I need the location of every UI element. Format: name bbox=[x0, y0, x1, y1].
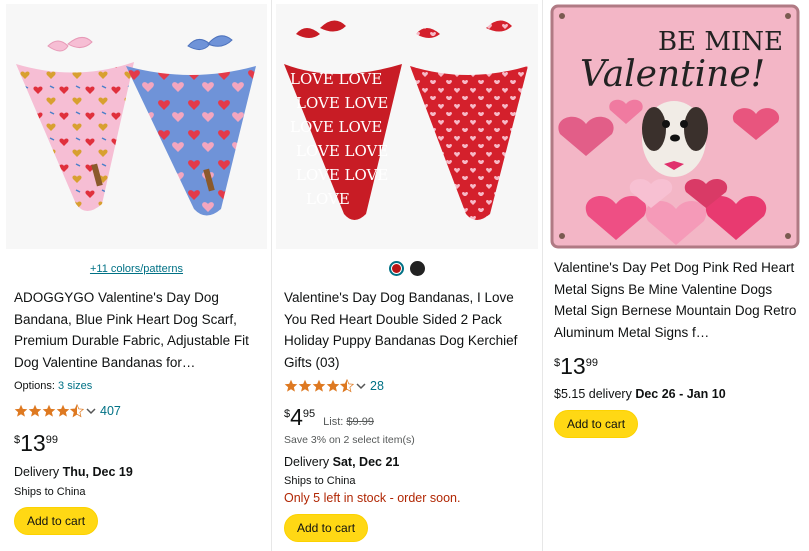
delivery-date: Sat, Dec 21 bbox=[332, 455, 400, 469]
rating-count[interactable]: 407 bbox=[100, 404, 121, 418]
delivery-date: Thu, Dec 19 bbox=[62, 465, 133, 479]
options-row: Options: 3 sizes bbox=[14, 380, 92, 392]
list-price: List: $9.99 bbox=[323, 416, 374, 428]
options-sizes-link[interactable]: 3 sizes bbox=[58, 380, 92, 392]
divider bbox=[542, 0, 543, 551]
ships-to: Ships to China bbox=[14, 486, 86, 498]
price-3: $ 13 99 bbox=[554, 353, 598, 379]
delivery-label: Delivery bbox=[284, 455, 330, 469]
rating-row-2: 28 bbox=[284, 378, 384, 394]
price-fraction: 99 bbox=[585, 357, 598, 369]
rating-row-1: 407 bbox=[14, 403, 121, 419]
ships-to: Ships to China bbox=[284, 475, 356, 487]
half-star-icon bbox=[70, 404, 84, 418]
svg-text:LOVE LOVE: LOVE LOVE bbox=[290, 118, 382, 136]
stock-warning: Only 5 left in stock - order soon. bbox=[284, 491, 461, 505]
add-to-cart-button[interactable]: Add to cart bbox=[14, 507, 99, 535]
product-image-3[interactable]: BE MINE Valentine! bbox=[546, 4, 804, 249]
save-coupon-text: Save 3% on 2 select item(s) bbox=[284, 434, 415, 446]
bandana-image bbox=[16, 35, 256, 216]
svg-text:LOVE LOVE: LOVE LOVE bbox=[290, 70, 382, 88]
star-icon bbox=[28, 404, 42, 417]
add-to-cart-button[interactable]: Add to cart bbox=[554, 410, 639, 438]
price-fraction: 99 bbox=[45, 434, 58, 446]
divider bbox=[271, 0, 272, 551]
product-card-2: LOVE LOVE LOVE LOVE LOVE LOVE LOVE LOVE … bbox=[276, 0, 538, 551]
delivery-row: $5.15 delivery Dec 26 - Jan 10 bbox=[554, 387, 726, 401]
delivery-price: $5.15 delivery bbox=[554, 387, 632, 401]
options-label: Options: bbox=[14, 380, 55, 392]
list-label: List: bbox=[323, 416, 344, 428]
product-image-2[interactable]: LOVE LOVE LOVE LOVE LOVE LOVE LOVE LOVE … bbox=[276, 4, 538, 249]
product-title-2[interactable]: Valentine's Day Dog Bandanas, I Love You… bbox=[284, 287, 532, 373]
colors-patterns-link[interactable]: +11 colors/patterns bbox=[6, 263, 267, 275]
svg-text:LOVE LOVE: LOVE LOVE bbox=[296, 166, 388, 184]
star-icon bbox=[298, 379, 312, 392]
list-price-value: $9.99 bbox=[346, 416, 374, 428]
star-icon bbox=[312, 379, 326, 392]
rating-count[interactable]: 28 bbox=[370, 379, 384, 393]
star-rating[interactable] bbox=[14, 404, 84, 418]
swatch-black[interactable] bbox=[410, 261, 425, 276]
svg-text:LOVE LOVE: LOVE LOVE bbox=[296, 94, 388, 112]
product-title-3[interactable]: Valentine's Day Pet Dog Pink Red Heart M… bbox=[554, 257, 798, 343]
product-card-1: +11 colors/patterns ADOGGYGO Valentine's… bbox=[6, 0, 267, 551]
chevron-down-icon[interactable] bbox=[86, 406, 96, 416]
star-icon bbox=[56, 404, 70, 417]
sign-text-be-mine: BE MINE bbox=[658, 27, 783, 57]
price-2: $ 4 95 List: $9.99 bbox=[284, 404, 374, 430]
delivery-date: Dec 26 - Jan 10 bbox=[635, 387, 726, 401]
star-icon bbox=[326, 379, 340, 392]
price-whole: 13 bbox=[560, 353, 586, 379]
price-1: $ 13 99 bbox=[14, 430, 58, 456]
metal-sign-image: BE MINE Valentine! bbox=[550, 4, 800, 249]
product-card-3: BE MINE Valentine! Valentine's Day Pet D… bbox=[546, 0, 804, 551]
bandana-image: LOVE LOVE LOVE LOVE LOVE LOVE LOVE LOVE … bbox=[284, 20, 528, 220]
star-icon bbox=[14, 404, 28, 417]
price-whole: 4 bbox=[290, 404, 303, 430]
svg-text:LOVE LOVE: LOVE LOVE bbox=[296, 142, 388, 160]
star-icon bbox=[284, 379, 298, 392]
svg-text:LOVE: LOVE bbox=[306, 190, 350, 208]
add-to-cart-button[interactable]: Add to cart bbox=[284, 514, 369, 542]
product-title-1[interactable]: ADOGGYGO Valentine's Day Dog Bandana, Bl… bbox=[14, 287, 261, 373]
price-fraction: 95 bbox=[302, 408, 316, 420]
product-image-1[interactable] bbox=[6, 4, 267, 249]
delivery-label: Delivery bbox=[14, 465, 60, 479]
color-swatches bbox=[276, 261, 538, 276]
delivery-row: Delivery Sat, Dec 21 bbox=[284, 455, 399, 469]
half-star-icon bbox=[340, 379, 354, 393]
sign-text-valentine: Valentine! bbox=[580, 54, 765, 95]
star-rating[interactable] bbox=[284, 379, 354, 393]
delivery-row: Delivery Thu, Dec 19 bbox=[14, 465, 133, 479]
star-icon bbox=[42, 404, 56, 417]
price-whole: 13 bbox=[20, 430, 46, 456]
chevron-down-icon[interactable] bbox=[356, 381, 366, 391]
swatch-red[interactable] bbox=[389, 261, 404, 276]
